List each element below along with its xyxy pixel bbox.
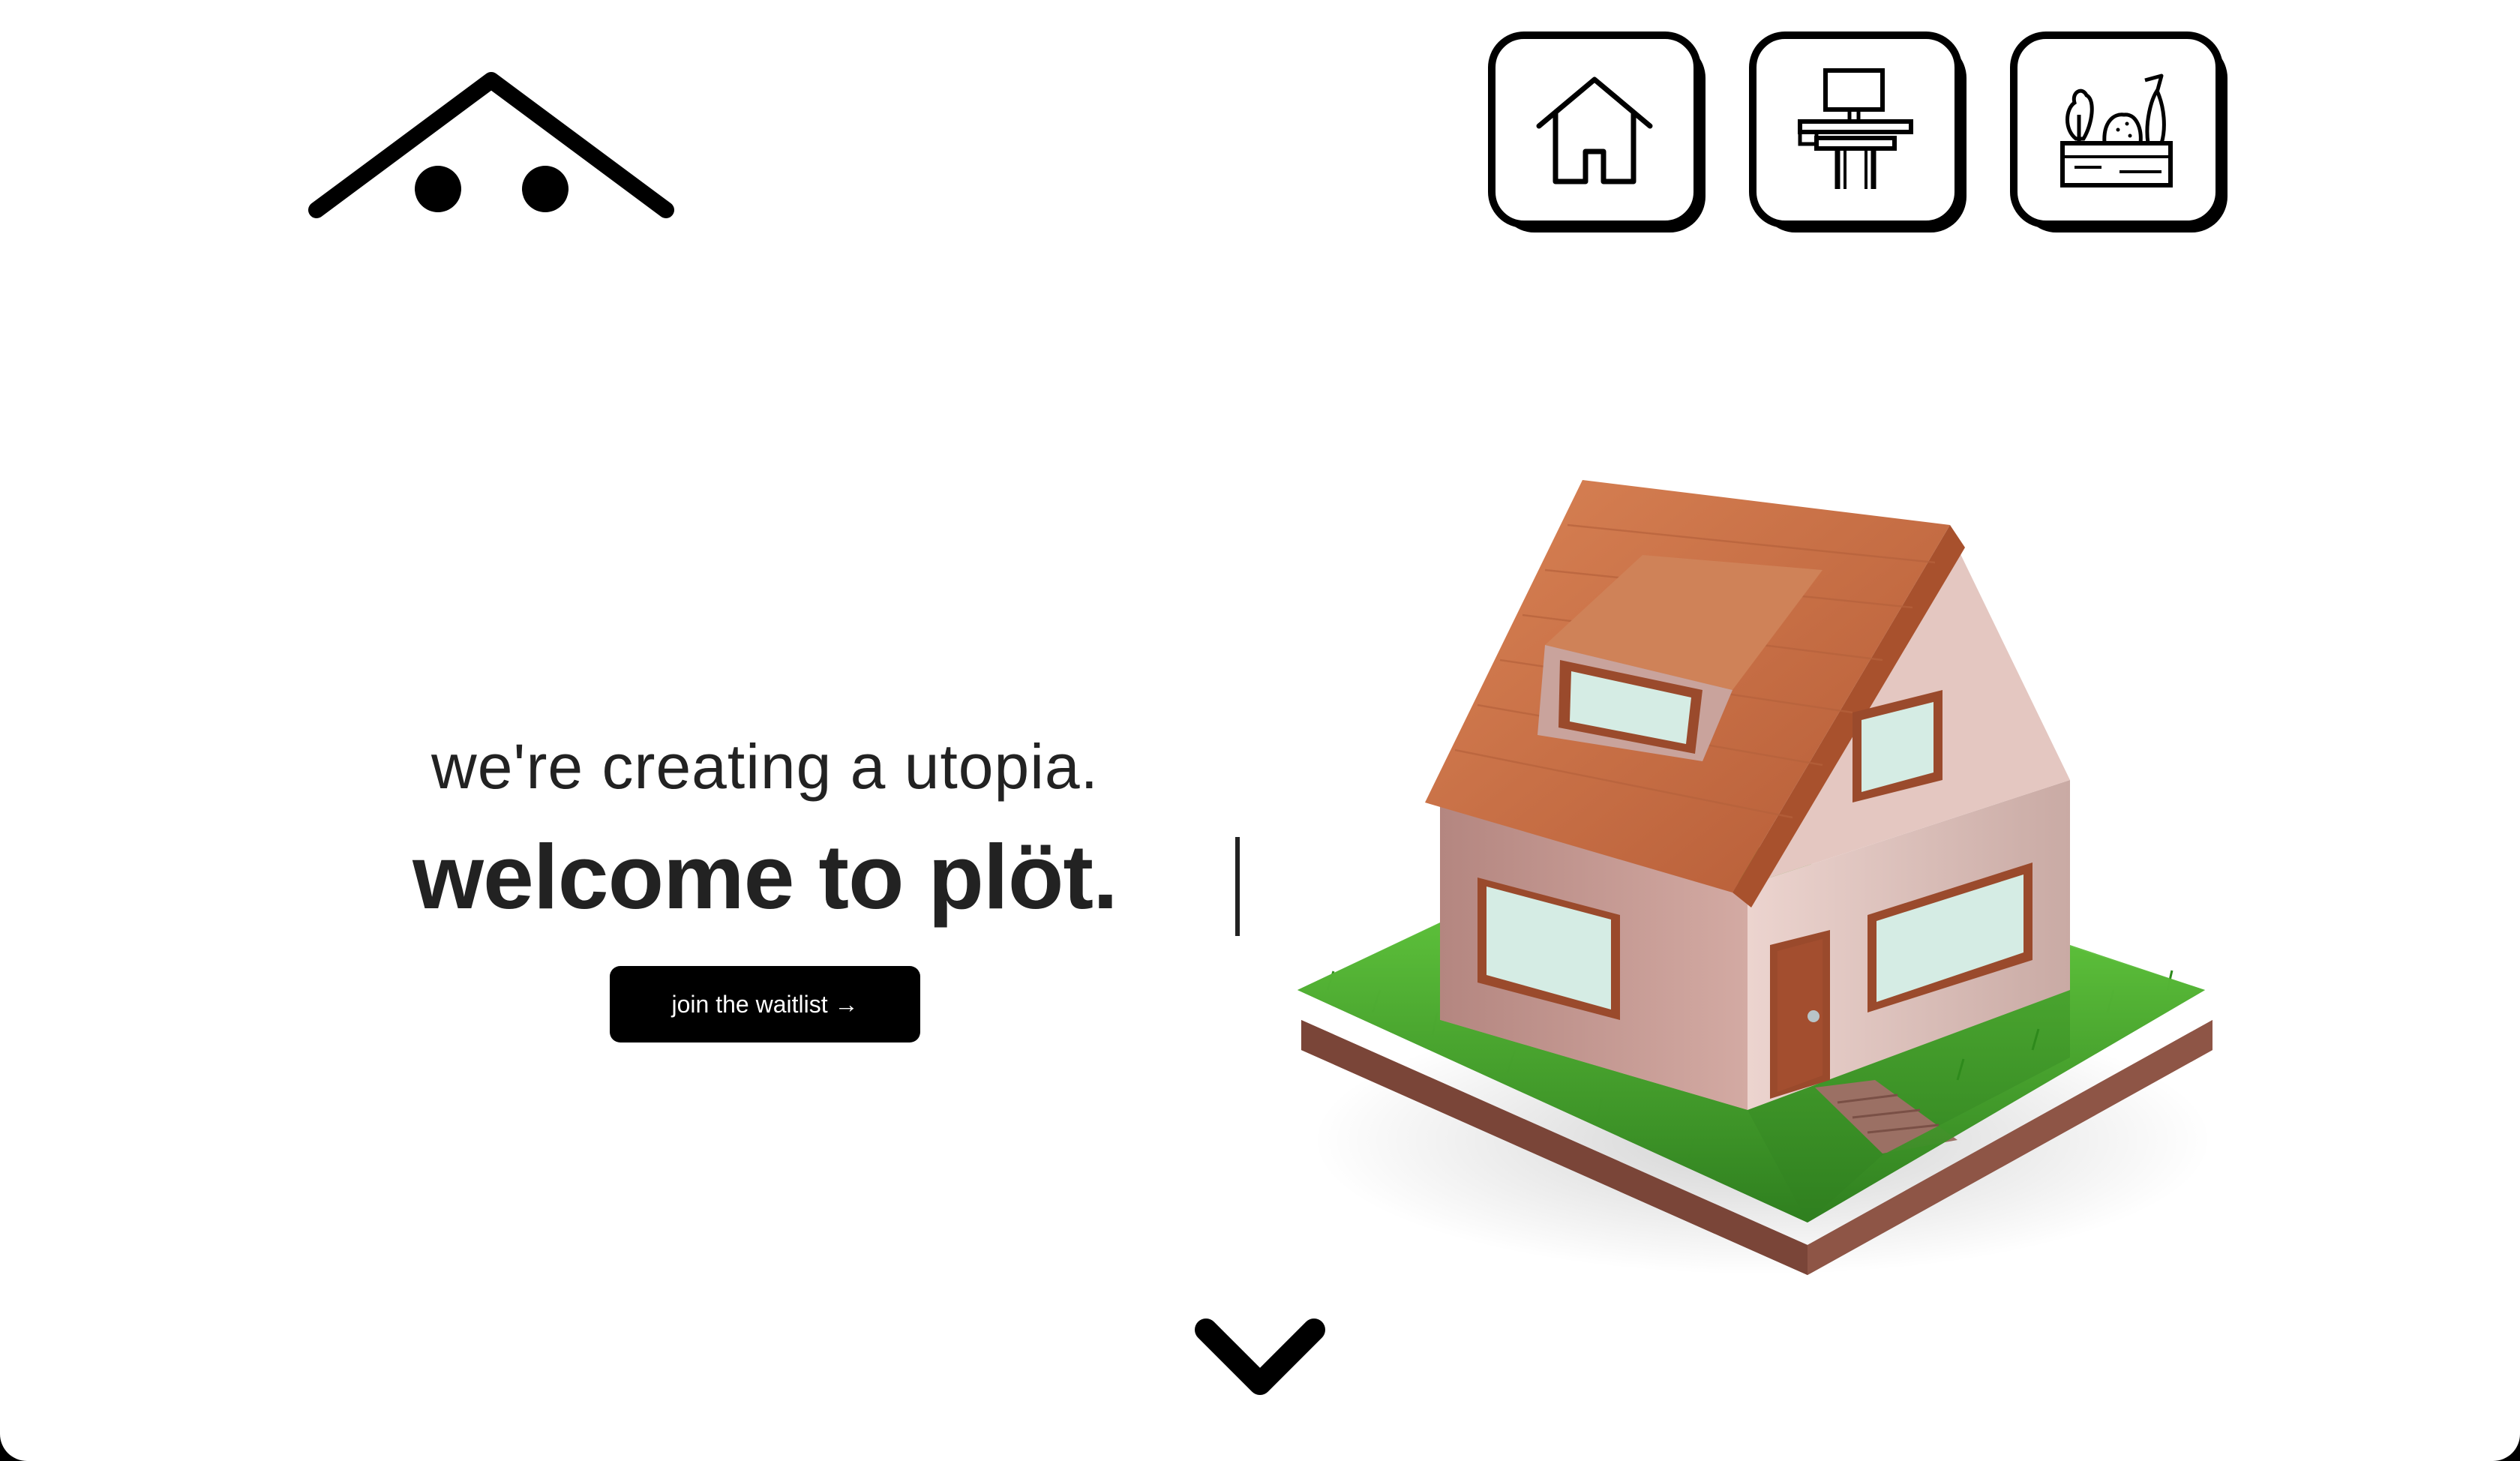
house-illustration (1298, 480, 2212, 1275)
page-title: welcome to plöt. (412, 826, 1118, 928)
chevron-down-icon[interactable] (1192, 1316, 1328, 1399)
nav-button-face (1488, 32, 1701, 228)
top-nav (1488, 32, 2229, 234)
roof-eyes-icon[interactable] (300, 71, 682, 221)
nav-garden-button[interactable] (2010, 32, 2229, 234)
desk-icon (1798, 68, 1913, 189)
text-cursor (1235, 837, 1240, 936)
join-waitlist-button[interactable]: join the waitlist → (610, 966, 920, 1042)
tagline: we're creating a utopia. (431, 731, 1099, 802)
hero-text: we're creating a utopia. welcome to plöt… (390, 735, 1140, 1042)
nav-button-face (2010, 32, 2223, 228)
landing-page: we're creating a utopia. welcome to plöt… (0, 0, 2520, 1461)
garden-box-icon (2060, 74, 2173, 188)
nav-desk-button[interactable] (1749, 32, 1968, 234)
nav-button-face (1749, 32, 1962, 228)
nav-home-button[interactable] (1488, 32, 1707, 234)
house-icon (1536, 76, 1653, 184)
